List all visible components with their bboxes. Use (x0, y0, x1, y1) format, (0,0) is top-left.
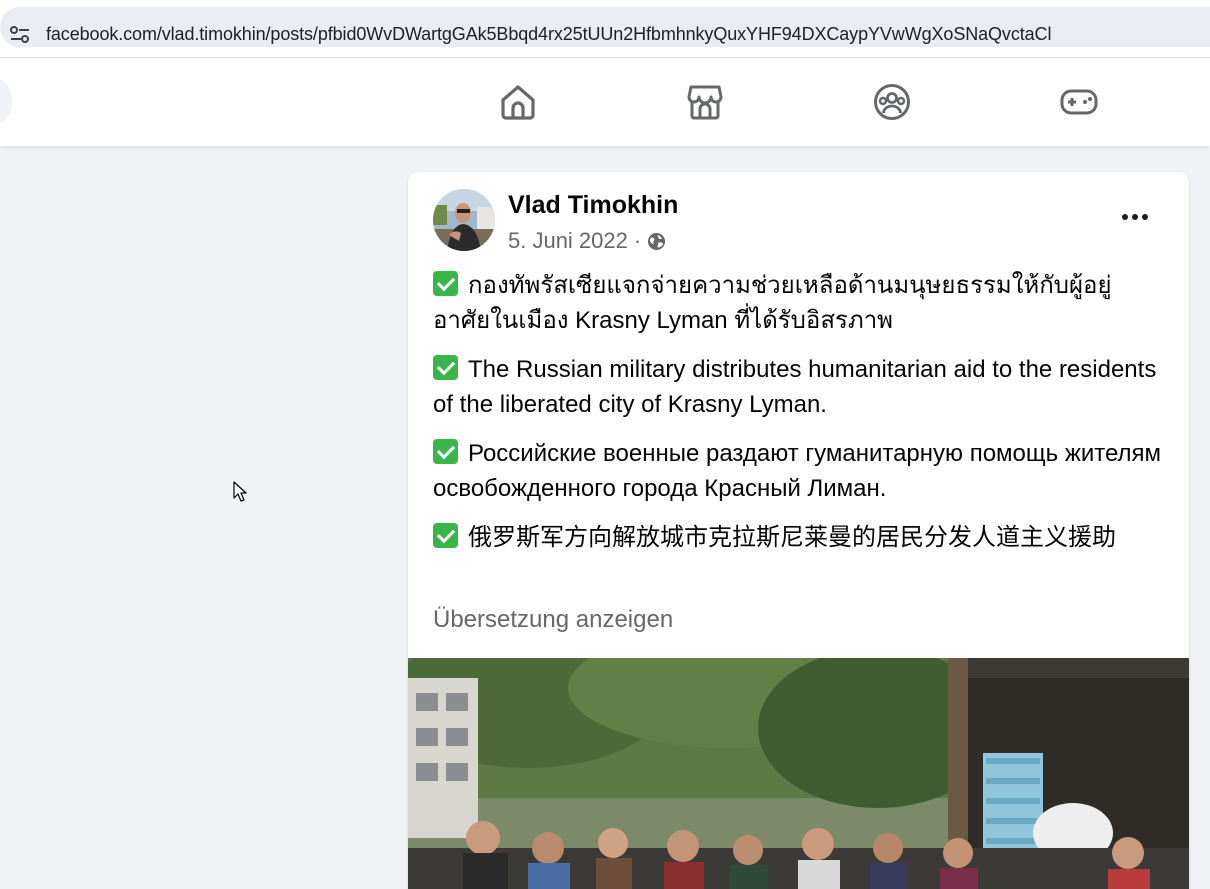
check-mark-icon (433, 523, 458, 548)
tab-groups[interactable] (837, 58, 947, 146)
post-card: Vlad Timokhin 5. Juni 2022 · กองทัพรัสเซ… (408, 172, 1189, 889)
tab-home[interactable] (463, 58, 573, 146)
avatar-photo (433, 189, 495, 251)
meta-separator: · (633, 228, 642, 253)
check-mark-icon (433, 355, 458, 380)
marketplace-icon (687, 85, 723, 120)
url-field[interactable]: facebook.com/vlad.timokhin/posts/pfbid0W… (0, 7, 1210, 47)
see-translation-link[interactable]: Übersetzung anzeigen (433, 606, 673, 634)
groups-icon (874, 84, 910, 120)
more-horizontal-icon (1120, 207, 1150, 225)
post-video[interactable] (408, 658, 1189, 889)
mouse-cursor-icon (233, 481, 247, 502)
check-mark-icon (433, 439, 458, 464)
globe-icon[interactable] (647, 232, 666, 251)
browser-address-bar: facebook.com/vlad.timokhin/posts/pfbid0W… (0, 0, 1210, 58)
post-paragraph-thai: กองทัพรัสเซียแจกจ่ายความช่วยเหลือด้านมนุ… (433, 271, 1112, 334)
search-box[interactable] (0, 77, 12, 125)
more-options-button[interactable] (1113, 194, 1157, 238)
post-paragraph-chinese: 俄罗斯军方向解放城市克拉斯尼莱曼的居民分发人道主义援助 (433, 520, 1168, 555)
post-date[interactable]: 5. Juni 2022 (508, 228, 628, 254)
facebook-top-nav (0, 58, 1210, 146)
url-text[interactable]: facebook.com/vlad.timokhin/posts/pfbid0W… (46, 24, 1051, 45)
tab-gaming[interactable] (1024, 58, 1134, 146)
post-paragraph-russian: Российские военные раздают гуманитарную … (433, 439, 1162, 502)
post-meta: 5. Juni 2022 · (508, 228, 666, 254)
author-avatar[interactable] (433, 189, 495, 251)
tune-icon[interactable] (10, 26, 30, 44)
tab-marketplace[interactable] (650, 58, 760, 146)
gaming-icon (1060, 89, 1098, 115)
post-paragraph-english: The Russian military distributes humanit… (433, 355, 1157, 418)
check-mark-icon (433, 271, 458, 296)
home-icon (501, 85, 535, 120)
post-text: กองทัพรัสเซียแจกจ่ายความช่วยเหลือด้านมนุ… (433, 268, 1168, 569)
author-name[interactable]: Vlad Timokhin (508, 191, 678, 220)
video-thumbnail (408, 658, 1189, 889)
